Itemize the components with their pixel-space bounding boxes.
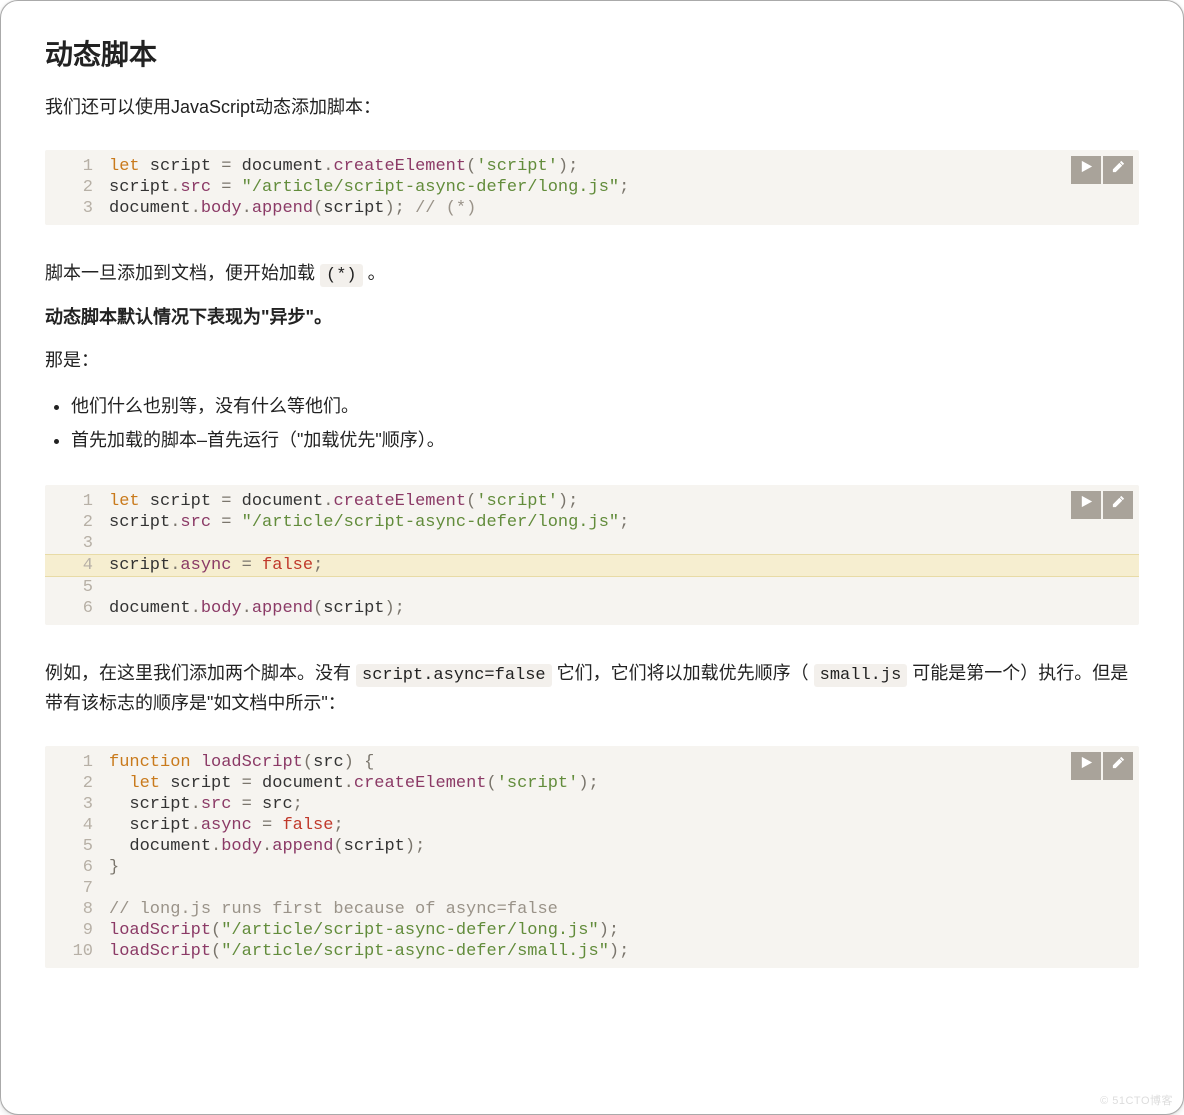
code-lines: 1let script = document.createElement('sc… — [45, 485, 1139, 625]
code-content: loadScript("/article/script-async-defer/… — [107, 920, 1139, 941]
code-line: 8// long.js runs first because of async=… — [45, 899, 1139, 920]
code-line: 1let script = document.createElement('sc… — [45, 491, 1139, 512]
edit-icon — [1111, 494, 1126, 516]
code-content: let script = document.createElement('scr… — [107, 773, 1139, 794]
line-number: 8 — [45, 899, 107, 920]
code-line: 9loadScript("/article/script-async-defer… — [45, 920, 1139, 941]
code-toolbar — [1071, 156, 1133, 184]
code-content: document.body.append(script); // (*) — [107, 198, 1139, 219]
code-line: 1let script = document.createElement('sc… — [45, 156, 1139, 177]
code-toolbar — [1071, 491, 1133, 519]
paragraph-example: 例如，在这里我们添加两个脚本。没有 script.async=false 它们，… — [45, 659, 1139, 718]
code-line: 2script.src = "/article/script-async-def… — [45, 177, 1139, 198]
code-line: 5 document.body.append(script); — [45, 836, 1139, 857]
text: 。 — [363, 263, 386, 283]
code-content: document.body.append(script); — [107, 836, 1139, 857]
list-item: 首先加载的脚本–首先运行（"加载优先"顺序）。 — [71, 423, 1139, 457]
code-content: script.async = false; — [107, 815, 1139, 836]
code-line: 6document.body.append(script); — [45, 598, 1139, 619]
line-number: 6 — [45, 857, 107, 878]
code-line: 1function loadScript(src) { — [45, 752, 1139, 773]
paragraph-loaded: 脚本一旦添加到文档，便开始加载 (*) 。 — [45, 259, 1139, 289]
article-frame: 动态脚本 我们还可以使用JavaScript动态添加脚本： 1let scrip… — [0, 0, 1184, 1115]
code-content: script.src = "/article/script-async-defe… — [107, 177, 1139, 198]
code-line: 2script.src = "/article/script-async-def… — [45, 512, 1139, 533]
line-number: 1 — [45, 491, 107, 512]
heading: 动态脚本 — [45, 33, 1139, 73]
edit-button[interactable] — [1103, 752, 1133, 780]
line-number: 5 — [45, 836, 107, 857]
run-button[interactable] — [1071, 752, 1101, 780]
line-number: 2 — [45, 512, 107, 533]
code-content: loadScript("/article/script-async-defer/… — [107, 941, 1139, 962]
code-line: 3 — [45, 533, 1139, 554]
line-number: 3 — [45, 533, 107, 554]
run-button[interactable] — [1071, 156, 1101, 184]
code-content: script.src = "/article/script-async-defe… — [107, 512, 1139, 533]
line-number: 4 — [45, 555, 107, 576]
play-icon — [1079, 755, 1094, 777]
inline-code-async-false: script.async=false — [356, 664, 552, 687]
play-icon — [1079, 494, 1094, 516]
code-content: document.body.append(script); — [107, 598, 1139, 619]
line-number: 7 — [45, 878, 107, 899]
inline-code-smalljs: small.js — [814, 664, 908, 687]
code-content: script.async = false; — [107, 555, 1139, 576]
line-number: 9 — [45, 920, 107, 941]
line-number: 6 — [45, 598, 107, 619]
code-line: 3 script.src = src; — [45, 794, 1139, 815]
line-number: 1 — [45, 752, 107, 773]
text: 脚本一旦添加到文档，便开始加载 — [45, 263, 320, 283]
code-lines: 1let script = document.createElement('sc… — [45, 150, 1139, 225]
code-content: // long.js runs first because of async=f… — [107, 899, 1139, 920]
code-content: script.src = src; — [107, 794, 1139, 815]
code-line: 6} — [45, 857, 1139, 878]
edit-button[interactable] — [1103, 491, 1133, 519]
line-number: 4 — [45, 815, 107, 836]
code-block-2: 1let script = document.createElement('sc… — [45, 485, 1139, 625]
line-number: 5 — [45, 577, 107, 598]
line-number: 1 — [45, 156, 107, 177]
code-block-3: 1function loadScript(src) {2 let script … — [45, 746, 1139, 968]
line-number: 2 — [45, 177, 107, 198]
code-lines: 1function loadScript(src) {2 let script … — [45, 746, 1139, 968]
line-number: 3 — [45, 794, 107, 815]
inline-code-asterisk: (*) — [320, 264, 363, 287]
line-number: 3 — [45, 198, 107, 219]
code-line: 10loadScript("/article/script-async-defe… — [45, 941, 1139, 962]
watermark: © 51CTO博客 — [1100, 1092, 1173, 1108]
bullet-list: 他们什么也别等，没有什么等他们。 首先加载的脚本–首先运行（"加载优先"顺序）。 — [45, 389, 1139, 457]
paragraph-that-is: 那是： — [45, 346, 1139, 375]
play-icon — [1079, 159, 1094, 181]
code-toolbar — [1071, 752, 1133, 780]
edit-icon — [1111, 159, 1126, 181]
run-button[interactable] — [1071, 491, 1101, 519]
code-content: let script = document.createElement('scr… — [107, 156, 1139, 177]
line-number: 2 — [45, 773, 107, 794]
intro-paragraph: 我们还可以使用JavaScript动态添加脚本： — [45, 93, 1139, 122]
edit-button[interactable] — [1103, 156, 1133, 184]
line-number: 10 — [45, 941, 107, 962]
code-content: function loadScript(src) { — [107, 752, 1139, 773]
text: 例如，在这里我们添加两个脚本。没有 — [45, 663, 356, 683]
paragraph-default-async: 动态脚本默认情况下表现为"异步"。 — [45, 303, 1139, 332]
list-item: 他们什么也别等，没有什么等他们。 — [71, 389, 1139, 423]
code-line: 2 let script = document.createElement('s… — [45, 773, 1139, 794]
code-content: } — [107, 857, 1139, 878]
code-content: let script = document.createElement('scr… — [107, 491, 1139, 512]
code-content — [107, 533, 1139, 554]
code-content — [107, 878, 1139, 899]
code-line: 3document.body.append(script); // (*) — [45, 198, 1139, 219]
code-line: 4 script.async = false; — [45, 815, 1139, 836]
code-content — [107, 577, 1139, 598]
code-line: 5 — [45, 577, 1139, 598]
edit-icon — [1111, 755, 1126, 777]
code-block-1: 1let script = document.createElement('sc… — [45, 150, 1139, 225]
code-line: 7 — [45, 878, 1139, 899]
text: 它们，它们将以加载优先顺序（ — [552, 663, 814, 683]
code-line: 4script.async = false; — [45, 554, 1139, 577]
